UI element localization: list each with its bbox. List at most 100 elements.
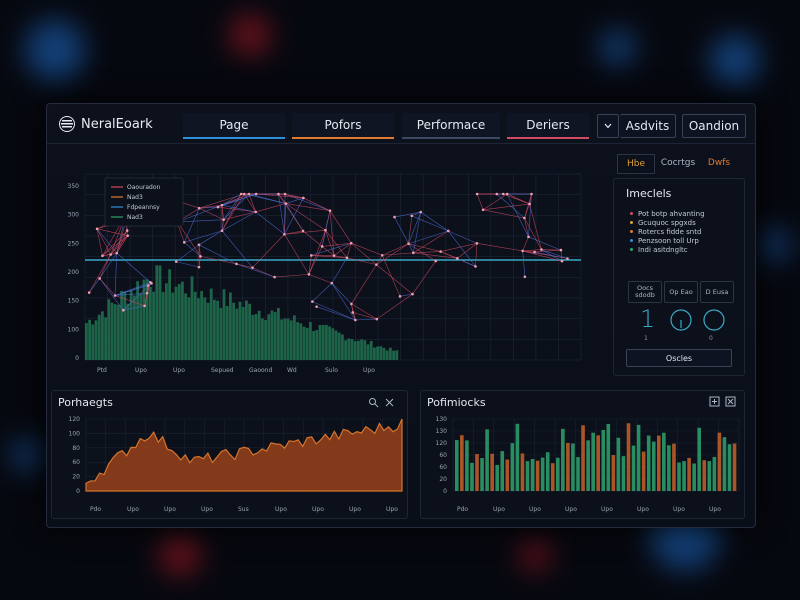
bar: [576, 457, 580, 491]
network-link: [394, 216, 414, 253]
legend-label: Nad3: [127, 214, 143, 221]
bullet-icon: [630, 239, 633, 242]
network-node: [320, 245, 324, 248]
expand-icon[interactable]: [709, 396, 720, 407]
network-link: [413, 251, 441, 254]
bar: [510, 443, 515, 491]
network-node: [283, 232, 286, 236]
y-tick-label: 60: [439, 464, 447, 471]
dropdown-toggle-button[interactable]: [597, 114, 619, 138]
network-node: [311, 300, 314, 303]
dial-caption: 0: [709, 335, 713, 342]
tab-dwfs[interactable]: Dwfs: [701, 154, 737, 172]
bar: [505, 459, 510, 491]
oandion-button[interactable]: Oandion: [682, 114, 746, 138]
oscles-button[interactable]: Oscles: [626, 349, 732, 367]
bar: [707, 461, 712, 491]
legend-label: Fdpeannsy: [127, 204, 160, 211]
bar: [561, 428, 565, 491]
stat-label: Op Eao: [669, 287, 693, 296]
asdvits-button[interactable]: Asdvits: [620, 114, 676, 138]
histogram-bar: [350, 339, 354, 360]
histogram-bar: [261, 318, 264, 360]
stat-label: Oocs sdodb: [635, 284, 655, 299]
histogram-bar: [181, 281, 184, 360]
network-node: [566, 257, 569, 260]
network-link: [351, 242, 377, 265]
network-node: [115, 251, 119, 255]
x-tick-label: Upo: [127, 506, 139, 513]
network-node: [277, 192, 280, 196]
network-chart: 350 300 250 200 150 100 0 Ptd Upo Upo Sepued Gaoond…: [68, 173, 582, 374]
network-node: [332, 254, 336, 257]
network-node: [324, 228, 327, 232]
histogram-bar: [85, 323, 88, 360]
network-node: [412, 251, 415, 255]
network-link: [284, 229, 326, 235]
histogram-bar: [283, 318, 287, 360]
network-node: [220, 203, 224, 207]
network-node: [456, 257, 459, 260]
tab-label: Page: [219, 118, 249, 132]
bar: [540, 457, 545, 491]
network-node: [126, 234, 130, 237]
network-node: [220, 229, 224, 233]
bar: [646, 435, 651, 491]
tab-deriers[interactable]: Deriers: [507, 113, 589, 139]
bullet-icon: [630, 221, 633, 224]
network-node: [197, 243, 201, 247]
bar: [662, 432, 666, 491]
close-icon[interactable]: [384, 397, 395, 408]
network-node: [174, 260, 178, 263]
histogram-bar: [222, 289, 226, 360]
network-node: [98, 277, 101, 280]
histogram-bar: [110, 302, 114, 360]
network-node: [533, 250, 536, 254]
histogram-bar: [341, 334, 344, 360]
bar: [525, 461, 530, 491]
network-link: [394, 211, 421, 218]
histogram-bar: [373, 347, 376, 360]
tab-label: Pofors: [324, 118, 362, 132]
network-node: [197, 265, 201, 269]
bullet-icon: [630, 212, 633, 215]
tab-cocrtgs[interactable]: Cocrtgs: [657, 154, 699, 172]
app-logo[interactable]: NeralEoark: [59, 116, 153, 132]
y-tick-label: 120: [436, 440, 448, 447]
x-tick-label: Wd: [287, 367, 297, 374]
legend-label: Nad3: [127, 194, 143, 201]
network-node: [495, 192, 499, 196]
chevron-down-icon: [604, 123, 612, 129]
network-node: [113, 294, 117, 297]
histogram-bar: [360, 339, 363, 360]
bar: [490, 453, 494, 491]
network-link: [285, 203, 331, 211]
bar: [641, 451, 646, 491]
close-icon[interactable]: [725, 396, 736, 407]
tab-pofors[interactable]: Pofors: [292, 113, 394, 139]
list-item: Pot botp ahvanting: [630, 209, 705, 218]
network-link: [331, 282, 352, 305]
histogram-bar: [139, 293, 143, 360]
network-link: [285, 203, 326, 231]
search-icon[interactable]: [368, 397, 379, 408]
tab-page[interactable]: Page: [183, 113, 285, 139]
tab-hbe[interactable]: Hbe: [617, 154, 655, 174]
network-node: [302, 196, 305, 200]
histogram-bar: [219, 307, 223, 360]
y-tick-label: 120: [69, 416, 81, 423]
bar: [616, 437, 621, 491]
x-tick-label: Pdo: [90, 506, 101, 513]
histogram-bar: [257, 310, 261, 360]
network-link: [376, 264, 413, 295]
network-link: [529, 203, 542, 250]
y-tick-label: 20: [439, 476, 447, 483]
network-link: [522, 236, 529, 252]
histogram-bar: [277, 307, 280, 360]
network-node: [407, 242, 410, 246]
tab-performace[interactable]: Performace: [402, 113, 500, 139]
histogram-bar: [238, 301, 242, 360]
network-node: [87, 291, 91, 294]
tab-label: Hbe: [626, 159, 646, 169]
bar: [631, 445, 636, 491]
